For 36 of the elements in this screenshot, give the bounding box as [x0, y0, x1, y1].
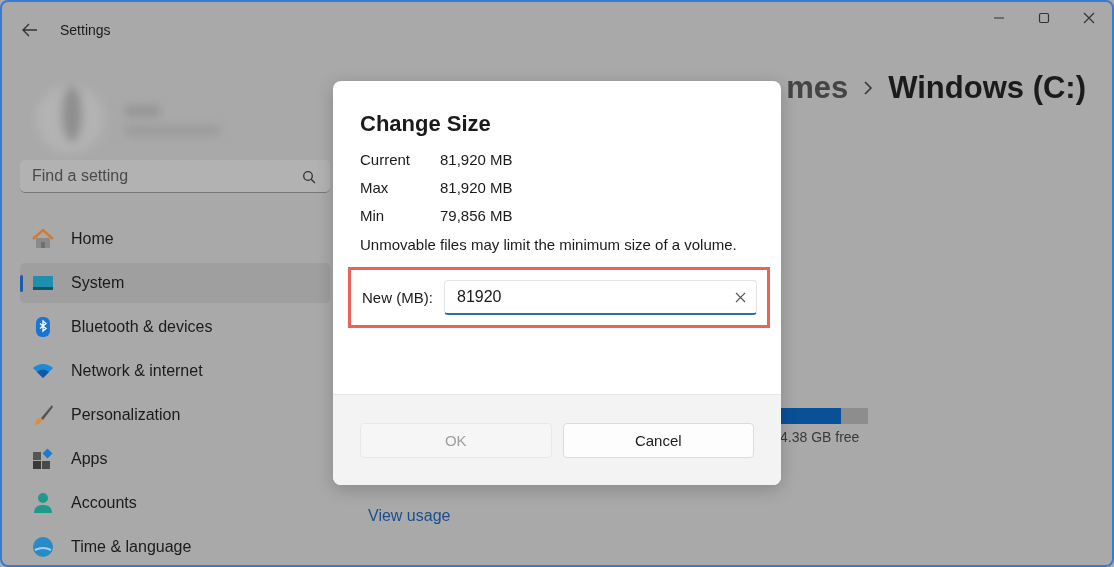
- breadcrumb-item[interactable]: mes: [786, 70, 849, 106]
- info-value: 81,920 MB: [440, 179, 513, 196]
- nav-item[interactable]: Apps: [20, 439, 330, 479]
- nav-item[interactable]: Accounts: [20, 483, 330, 523]
- nav-item[interactable]: System: [20, 263, 330, 303]
- search-icon: [302, 170, 316, 184]
- person-icon: [32, 492, 54, 514]
- field-label: New (MB):: [362, 289, 434, 306]
- dialog-title: Change Size: [360, 111, 492, 137]
- nav-item[interactable]: Bluetooth & devices: [20, 307, 330, 347]
- input-field[interactable]: 81920: [444, 280, 757, 315]
- maximize-icon[interactable]: [1038, 12, 1050, 24]
- window-title: Settings: [60, 22, 111, 38]
- nav-item[interactable]: Network & internet: [20, 351, 330, 391]
- page-title: Windows (C:): [888, 70, 1086, 106]
- search-field[interactable]: Find a setting: [20, 160, 330, 193]
- info-label: Max: [360, 179, 390, 196]
- nav-item[interactable]: Personalization: [20, 395, 330, 435]
- apps-icon: [32, 448, 54, 470]
- close-icon[interactable]: [1083, 12, 1095, 24]
- dialog-button[interactable]: Cancel: [562, 422, 754, 458]
- back-icon[interactable]: [22, 23, 38, 37]
- info-value: 81,920 MB: [440, 151, 513, 168]
- chevron-icon: [863, 81, 874, 95]
- nav-item[interactable]: Time & language: [20, 527, 330, 565]
- info-label: Current: [360, 151, 412, 168]
- brush-icon: [32, 404, 54, 426]
- view-usage-link[interactable]: View usage: [368, 507, 451, 525]
- globe-icon: [32, 536, 54, 558]
- clear-icon[interactable]: [735, 292, 746, 303]
- note-text: Unmovable files may limit the minimum size of a volume.: [360, 236, 738, 253]
- free-space-text: 4.38 GB free: [780, 429, 861, 445]
- info-value: 79,856 MB: [440, 207, 513, 224]
- nav-item[interactable]: Home: [20, 219, 330, 259]
- info-label: Min: [360, 207, 386, 224]
- home-icon: [32, 228, 54, 250]
